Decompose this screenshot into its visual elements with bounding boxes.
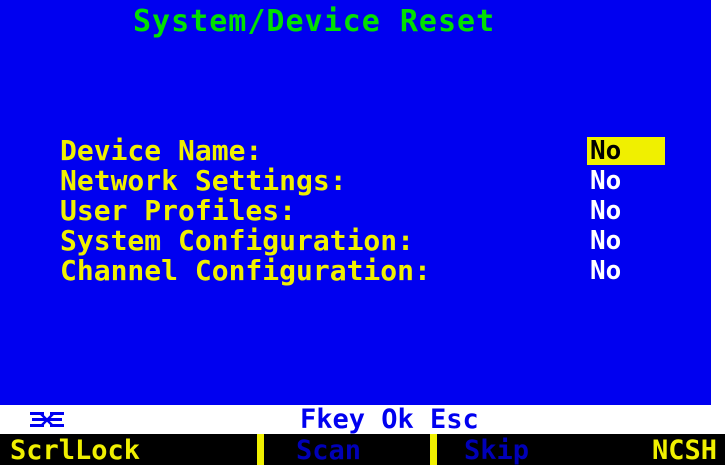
key-hints: Fkey Ok Esc	[300, 404, 479, 435]
option-value[interactable]: No	[587, 227, 665, 255]
option-label: Device Name:	[60, 134, 263, 167]
ncsh-indicator: NCSH	[652, 435, 718, 465]
option-row-network-settings[interactable]: Network Settings: No	[60, 166, 680, 196]
scan-indicator: Scan	[296, 435, 362, 465]
kvm-osd-screen: System/Device Reset Device Name: No Netw…	[0, 0, 725, 465]
option-row-channel-configuration[interactable]: Channel Configuration: No	[60, 256, 680, 286]
key-separator	[430, 434, 437, 465]
network-logo-icon	[30, 412, 64, 427]
option-label: Network Settings:	[60, 164, 347, 197]
option-value[interactable]: No	[587, 167, 665, 195]
scroll-lock-indicator: ScrlLock	[10, 435, 141, 465]
option-row-system-configuration[interactable]: System Configuration: No	[60, 226, 680, 256]
option-label: Channel Configuration:	[60, 254, 431, 287]
option-value[interactable]: No	[587, 197, 665, 225]
status-bar: Fkey Ok Esc	[0, 405, 725, 434]
option-value[interactable]: No	[587, 137, 665, 165]
lock-key-bar: ScrlLock Scan Skip NCSH	[0, 434, 725, 465]
skip-indicator: Skip	[464, 435, 530, 465]
option-row-user-profiles[interactable]: User Profiles: No	[60, 196, 680, 226]
key-separator	[257, 434, 264, 465]
reset-panel: System/Device Reset Device Name: No Netw…	[0, 0, 711, 405]
option-label: User Profiles:	[60, 194, 297, 227]
option-value[interactable]: No	[587, 257, 665, 285]
option-row-device-name[interactable]: Device Name: No	[60, 136, 680, 166]
page-title: System/Device Reset	[133, 4, 496, 39]
option-label: System Configuration:	[60, 224, 415, 257]
